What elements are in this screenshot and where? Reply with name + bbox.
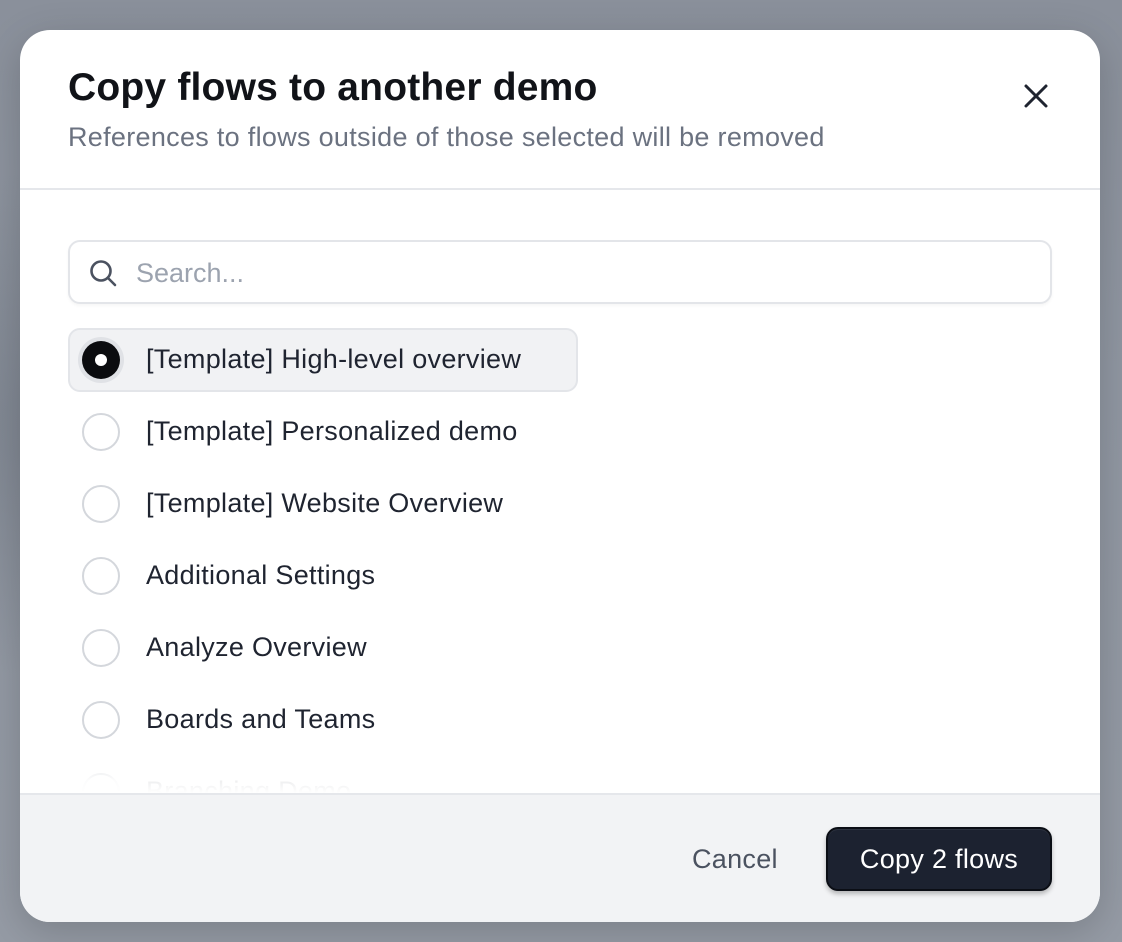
flow-option[interactable]: [Template] High-level overview <box>68 328 578 392</box>
radio-unselected[interactable] <box>82 773 120 793</box>
flow-option[interactable]: [Template] Website Overview <box>68 472 668 536</box>
dialog-title: Copy flows to another demo <box>68 66 598 109</box>
radio-unselected[interactable] <box>82 485 120 523</box>
dialog-body[interactable]: [Template] High-level overview [Template… <box>20 190 1100 793</box>
copy-flows-button[interactable]: Copy 2 flows <box>826 827 1052 891</box>
flow-option[interactable]: Boards and Teams <box>68 688 668 752</box>
search-box[interactable] <box>68 240 1052 304</box>
flow-option-label: Additional Settings <box>146 560 376 590</box>
flow-option-label: [Template] Personalized demo <box>146 416 518 446</box>
flow-option[interactable]: Branching Demo <box>68 760 668 793</box>
close-icon <box>1024 84 1048 108</box>
flow-option-label: Branching Demo <box>146 776 352 793</box>
dialog-subtitle: References to flows outside of those sel… <box>68 122 825 152</box>
dialog-header: Copy flows to another demo References to… <box>20 30 1100 190</box>
cancel-button[interactable]: Cancel <box>672 839 798 879</box>
radio-unselected[interactable] <box>82 557 120 595</box>
search-input[interactable] <box>134 252 1038 294</box>
radio-unselected[interactable] <box>82 629 120 667</box>
search-icon <box>90 260 117 287</box>
copy-flows-dialog: Copy flows to another demo References to… <box>20 30 1100 922</box>
flow-option-label: [Template] High-level overview <box>146 344 522 374</box>
radio-selected[interactable] <box>82 341 120 379</box>
radio-unselected[interactable] <box>82 701 120 739</box>
flow-option[interactable]: Analyze Overview <box>68 616 668 680</box>
flow-option[interactable]: [Template] Personalized demo <box>68 400 668 464</box>
flow-option-label: [Template] Website Overview <box>146 488 504 518</box>
flow-option-label: Analyze Overview <box>146 632 367 662</box>
flow-option[interactable]: Additional Settings <box>68 544 668 608</box>
close-button[interactable] <box>1016 76 1056 116</box>
dialog-footer: Cancel Copy 2 flows <box>20 793 1100 922</box>
radio-unselected[interactable] <box>82 413 120 451</box>
flow-option-label: Boards and Teams <box>146 704 376 734</box>
